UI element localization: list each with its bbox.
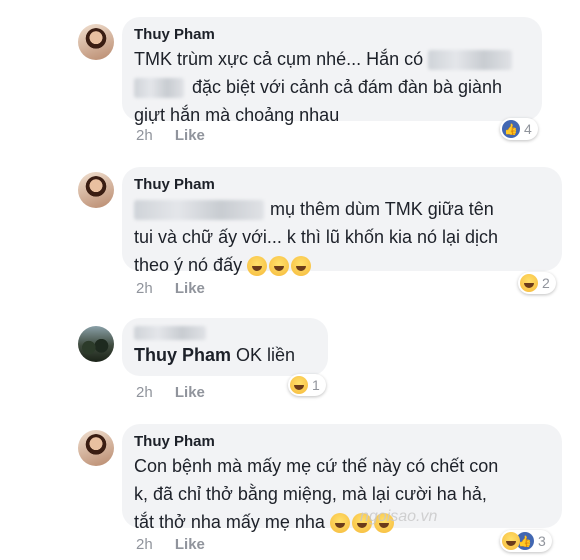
avatar[interactable] bbox=[78, 326, 114, 362]
like-button[interactable]: Like bbox=[175, 536, 205, 553]
redacted-text bbox=[428, 50, 513, 71]
comment-text: Con bệnh mà mấy mẹ cứ thế này có chết co… bbox=[134, 456, 499, 534]
reaction-count[interactable]: 👍 4 bbox=[500, 118, 538, 140]
comment-author[interactable]: Thuy Pham bbox=[134, 25, 530, 45]
comment-bubble: Thuy Pham TMK trùm xực cả cụm nhé... Hắn… bbox=[122, 17, 542, 125]
comment-bubble: Thuy Pham Con bệnh mà mấy mẹ cứ thế này … bbox=[122, 424, 562, 534]
reaction-count[interactable]: 2 bbox=[518, 272, 556, 294]
avatar[interactable] bbox=[78, 172, 114, 208]
laughing-emoji-icon bbox=[291, 256, 312, 277]
redacted-text bbox=[134, 78, 184, 99]
comment-text: mụ thêm dùm TMK giữa tên tui và chữ ấy v… bbox=[134, 199, 499, 277]
comment-author[interactable]: Thuy Pham bbox=[134, 175, 550, 195]
laughing-emoji-icon bbox=[269, 256, 290, 277]
comment-bubble: Thuy Pham OK liền bbox=[122, 318, 328, 376]
like-button[interactable]: Like bbox=[175, 127, 205, 144]
avatar[interactable] bbox=[78, 430, 114, 466]
comment-text: Thuy Pham OK liền bbox=[134, 345, 296, 365]
comment-meta: 2h Like bbox=[136, 127, 205, 144]
timestamp[interactable]: 2h bbox=[136, 280, 153, 297]
reaction-count[interactable]: 👍 3 bbox=[500, 530, 552, 552]
laughing-emoji-icon bbox=[247, 256, 268, 277]
haha-icon bbox=[520, 274, 538, 292]
comment-text: TMK trùm xực cả cụm nhé... Hắn có đặc bi… bbox=[134, 45, 530, 129]
mentioned-user[interactable]: Thuy Pham bbox=[134, 345, 231, 365]
timestamp[interactable]: 2h bbox=[136, 536, 153, 553]
comment-bubble: Thuy Pham mụ thêm dùm TMK giữa tên tui v… bbox=[122, 167, 562, 277]
avatar[interactable] bbox=[78, 24, 114, 60]
redacted-text bbox=[134, 200, 264, 221]
laughing-emoji-icon bbox=[329, 513, 350, 534]
timestamp[interactable]: 2h bbox=[136, 127, 153, 144]
comment-author[interactable]: Thuy Pham bbox=[134, 432, 550, 452]
haha-icon bbox=[290, 376, 308, 394]
comment-meta: 2h Like bbox=[136, 384, 205, 401]
redacted-author bbox=[134, 326, 206, 340]
haha-icon bbox=[502, 532, 520, 550]
like-button[interactable]: Like bbox=[175, 384, 205, 401]
like-button[interactable]: Like bbox=[175, 280, 205, 297]
watermark: ngoisao.vn bbox=[360, 508, 438, 525]
reaction-count[interactable]: 1 bbox=[288, 374, 326, 396]
comment-meta: 2h Like bbox=[136, 280, 205, 297]
like-icon: 👍 bbox=[502, 120, 520, 138]
comment-meta: 2h Like bbox=[136, 536, 205, 553]
timestamp[interactable]: 2h bbox=[136, 384, 153, 401]
